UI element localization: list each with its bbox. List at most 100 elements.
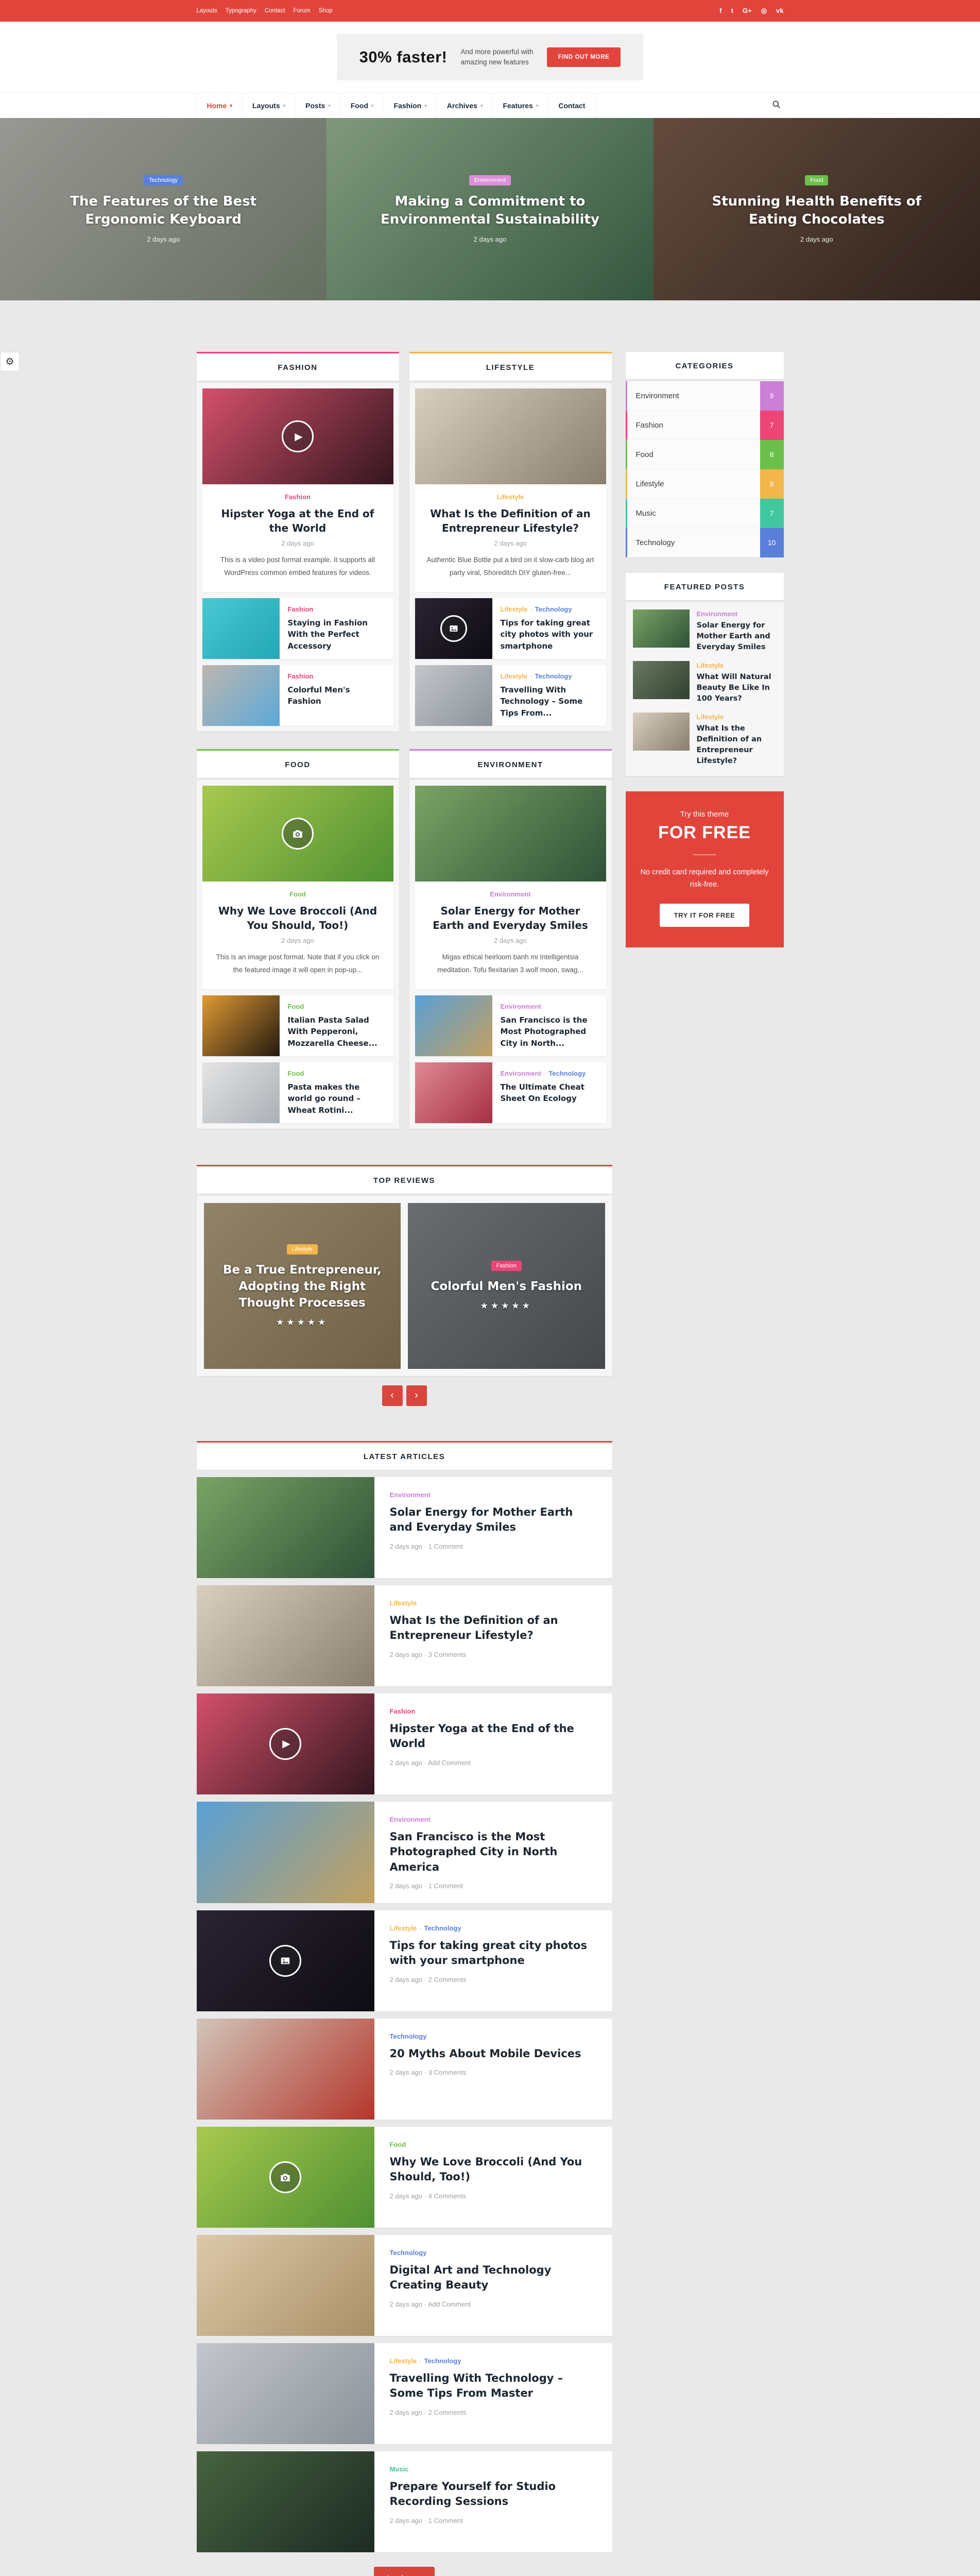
category-link[interactable]: Environment: [501, 1003, 541, 1010]
category-link[interactable]: Lifestyle: [697, 662, 724, 669]
post-categories[interactable]: Environment·Technology: [501, 1069, 598, 1078]
category-link[interactable]: Food: [390, 2141, 406, 2148]
post-image[interactable]: [197, 1477, 374, 1578]
post-image[interactable]: [197, 2451, 374, 2552]
post-meta[interactable]: 2 days ago · 1 Comment: [390, 1882, 597, 1890]
post-image[interactable]: [197, 2343, 374, 2444]
hero-slide-title[interactable]: Stunning Health Benefits of Eating Choco…: [706, 193, 927, 229]
post-categories[interactable]: Fashion: [390, 1707, 597, 1716]
post-image[interactable]: [415, 388, 606, 484]
category-link[interactable]: Technology: [424, 1924, 461, 1932]
post-image[interactable]: [197, 1585, 374, 1686]
category-link[interactable]: Lifestyle: [390, 1599, 417, 1607]
find-out-more-button[interactable]: FIND OUT MORE: [547, 47, 621, 67]
post-image[interactable]: [197, 2019, 374, 2120]
post-meta[interactable]: 2 days ago · 1 Comment: [390, 2517, 597, 2524]
instagram-icon[interactable]: ◎: [761, 7, 767, 15]
category-link[interactable]: Lifestyle: [501, 672, 528, 680]
category-link[interactable]: Technology: [390, 2032, 427, 2040]
post-categories[interactable]: Lifestyle·Technology: [390, 2357, 597, 2366]
category-link[interactable]: Environment: [390, 1816, 431, 1823]
sidebar-category-lifestyle[interactable]: Lifestyle 9: [626, 469, 784, 499]
topbar-link-typography[interactable]: Typography: [226, 8, 256, 14]
post-categories[interactable]: Lifestyle·Technology: [501, 672, 598, 681]
play-icon[interactable]: ▶: [282, 420, 314, 452]
post-categories[interactable]: Lifestyle: [697, 661, 777, 670]
sidebar-category-food[interactable]: Food 8: [626, 440, 784, 469]
category-link[interactable]: Food: [288, 1070, 304, 1077]
nav-item-contact[interactable]: Contact: [548, 93, 595, 118]
category-badge[interactable]: Fashion: [491, 1261, 522, 1271]
post-categories[interactable]: Environment: [390, 1815, 597, 1824]
post-title[interactable]: Hipster Yoga at the End of the World: [390, 1721, 597, 1752]
post-title[interactable]: Colorful Men's Fashion: [288, 684, 385, 707]
post-title[interactable]: Staying in Fashion With the Perfect Acce…: [288, 617, 385, 652]
post-image[interactable]: [633, 609, 690, 648]
category-link[interactable]: Technology: [535, 672, 572, 680]
post-image[interactable]: [202, 665, 280, 726]
review-card[interactable]: Lifestyle Be a True Entrepreneur, Adopti…: [204, 1203, 401, 1369]
post-categories[interactable]: Food: [213, 890, 383, 899]
post-categories[interactable]: Food: [390, 2140, 597, 2149]
post-title[interactable]: Italian Pasta Salad With Pepperoni, Mozz…: [288, 1014, 385, 1049]
post-image[interactable]: ▶: [197, 1693, 374, 1794]
post-categories[interactable]: Environment: [390, 1490, 597, 1500]
search-icon[interactable]: [769, 97, 784, 114]
play-icon[interactable]: ▶: [269, 1728, 301, 1760]
post-image[interactable]: [197, 1802, 374, 1903]
post-image[interactable]: [202, 995, 280, 1056]
hero-slide-3[interactable]: Food Stunning Health Benefits of Eating …: [654, 118, 980, 300]
post-categories[interactable]: Technology: [390, 2248, 597, 2258]
post-categories[interactable]: Lifestyle·Technology: [501, 605, 598, 614]
carousel-prev-button[interactable]: ‹: [382, 1385, 403, 1406]
header-ad-banner[interactable]: 30% faster! And more powerful withamazin…: [337, 34, 643, 80]
sidebar-category-music[interactable]: Music 7: [626, 499, 784, 528]
post-categories[interactable]: Lifestyle: [425, 493, 596, 502]
post-categories[interactable]: Fashion: [213, 493, 383, 502]
post-title[interactable]: Digital Art and Technology Creating Beau…: [390, 2263, 597, 2293]
post-image[interactable]: [415, 995, 492, 1056]
post-categories[interactable]: Music: [390, 2465, 597, 2474]
category-link[interactable]: Environment: [501, 1070, 541, 1077]
post-image[interactable]: [415, 786, 606, 882]
topbar-link-layouts[interactable]: Layouts: [197, 8, 217, 14]
category-link[interactable]: Food: [288, 1003, 304, 1010]
category-badge[interactable]: Environment: [469, 175, 511, 185]
topbar-link-forum[interactable]: Forum: [294, 8, 311, 14]
sidebar-category-technology[interactable]: Technology 10: [626, 528, 784, 557]
post-title[interactable]: Solar Energy for Mother Earth and Everyd…: [425, 904, 596, 933]
post-categories[interactable]: Lifestyle: [697, 713, 777, 722]
post-title[interactable]: The Ultimate Cheat Sheet On Ecology: [501, 1081, 598, 1105]
load-more-button[interactable]: Load more: [374, 2567, 435, 2576]
post-categories[interactable]: Environment: [425, 890, 596, 899]
nav-item-posts[interactable]: Posts▾: [296, 93, 341, 118]
post-image[interactable]: [197, 2235, 374, 2336]
post-image[interactable]: [415, 665, 492, 726]
category-link[interactable]: Food: [289, 890, 306, 898]
post-title[interactable]: What Is the Definition of an Entrepreneu…: [425, 506, 596, 535]
post-meta[interactable]: 2 days ago · 4 Comments: [390, 2192, 597, 2200]
nav-item-food[interactable]: Food▾: [341, 93, 384, 118]
post-title[interactable]: San Francisco is the Most Photographed C…: [390, 1829, 597, 1875]
post-title[interactable]: Why We Love Broccoli (And You Should, To…: [213, 904, 383, 933]
post-meta[interactable]: 2 days ago · 3 Comments: [390, 2069, 597, 2076]
post-image[interactable]: [633, 661, 690, 699]
post-image[interactable]: [202, 786, 393, 882]
post-image[interactable]: [197, 1910, 374, 2011]
category-link[interactable]: Lifestyle: [501, 605, 528, 613]
google-plus-icon[interactable]: G+: [743, 7, 752, 15]
post-title[interactable]: What Is the Definition of an Entrepreneu…: [390, 1613, 597, 1643]
nav-item-features[interactable]: Features▾: [493, 93, 548, 118]
category-link[interactable]: Fashion: [285, 493, 311, 501]
category-link[interactable]: Fashion: [288, 605, 314, 613]
theme-settings-gear-icon[interactable]: ⚙: [0, 352, 20, 371]
nav-item-layouts[interactable]: Layouts▾: [243, 93, 296, 118]
category-link[interactable]: Lifestyle: [390, 2357, 417, 2365]
hero-slide-title[interactable]: Making a Commitment to Environmental Sus…: [379, 193, 600, 229]
try-it-for-free-button[interactable]: TRY IT FOR FREE: [660, 904, 750, 927]
post-image[interactable]: [202, 1062, 280, 1123]
category-link[interactable]: Fashion: [390, 1707, 416, 1715]
post-meta[interactable]: 2 days ago · 2 Comments: [390, 1976, 597, 1984]
post-image[interactable]: [202, 598, 280, 659]
facebook-icon[interactable]: f: [719, 7, 721, 15]
